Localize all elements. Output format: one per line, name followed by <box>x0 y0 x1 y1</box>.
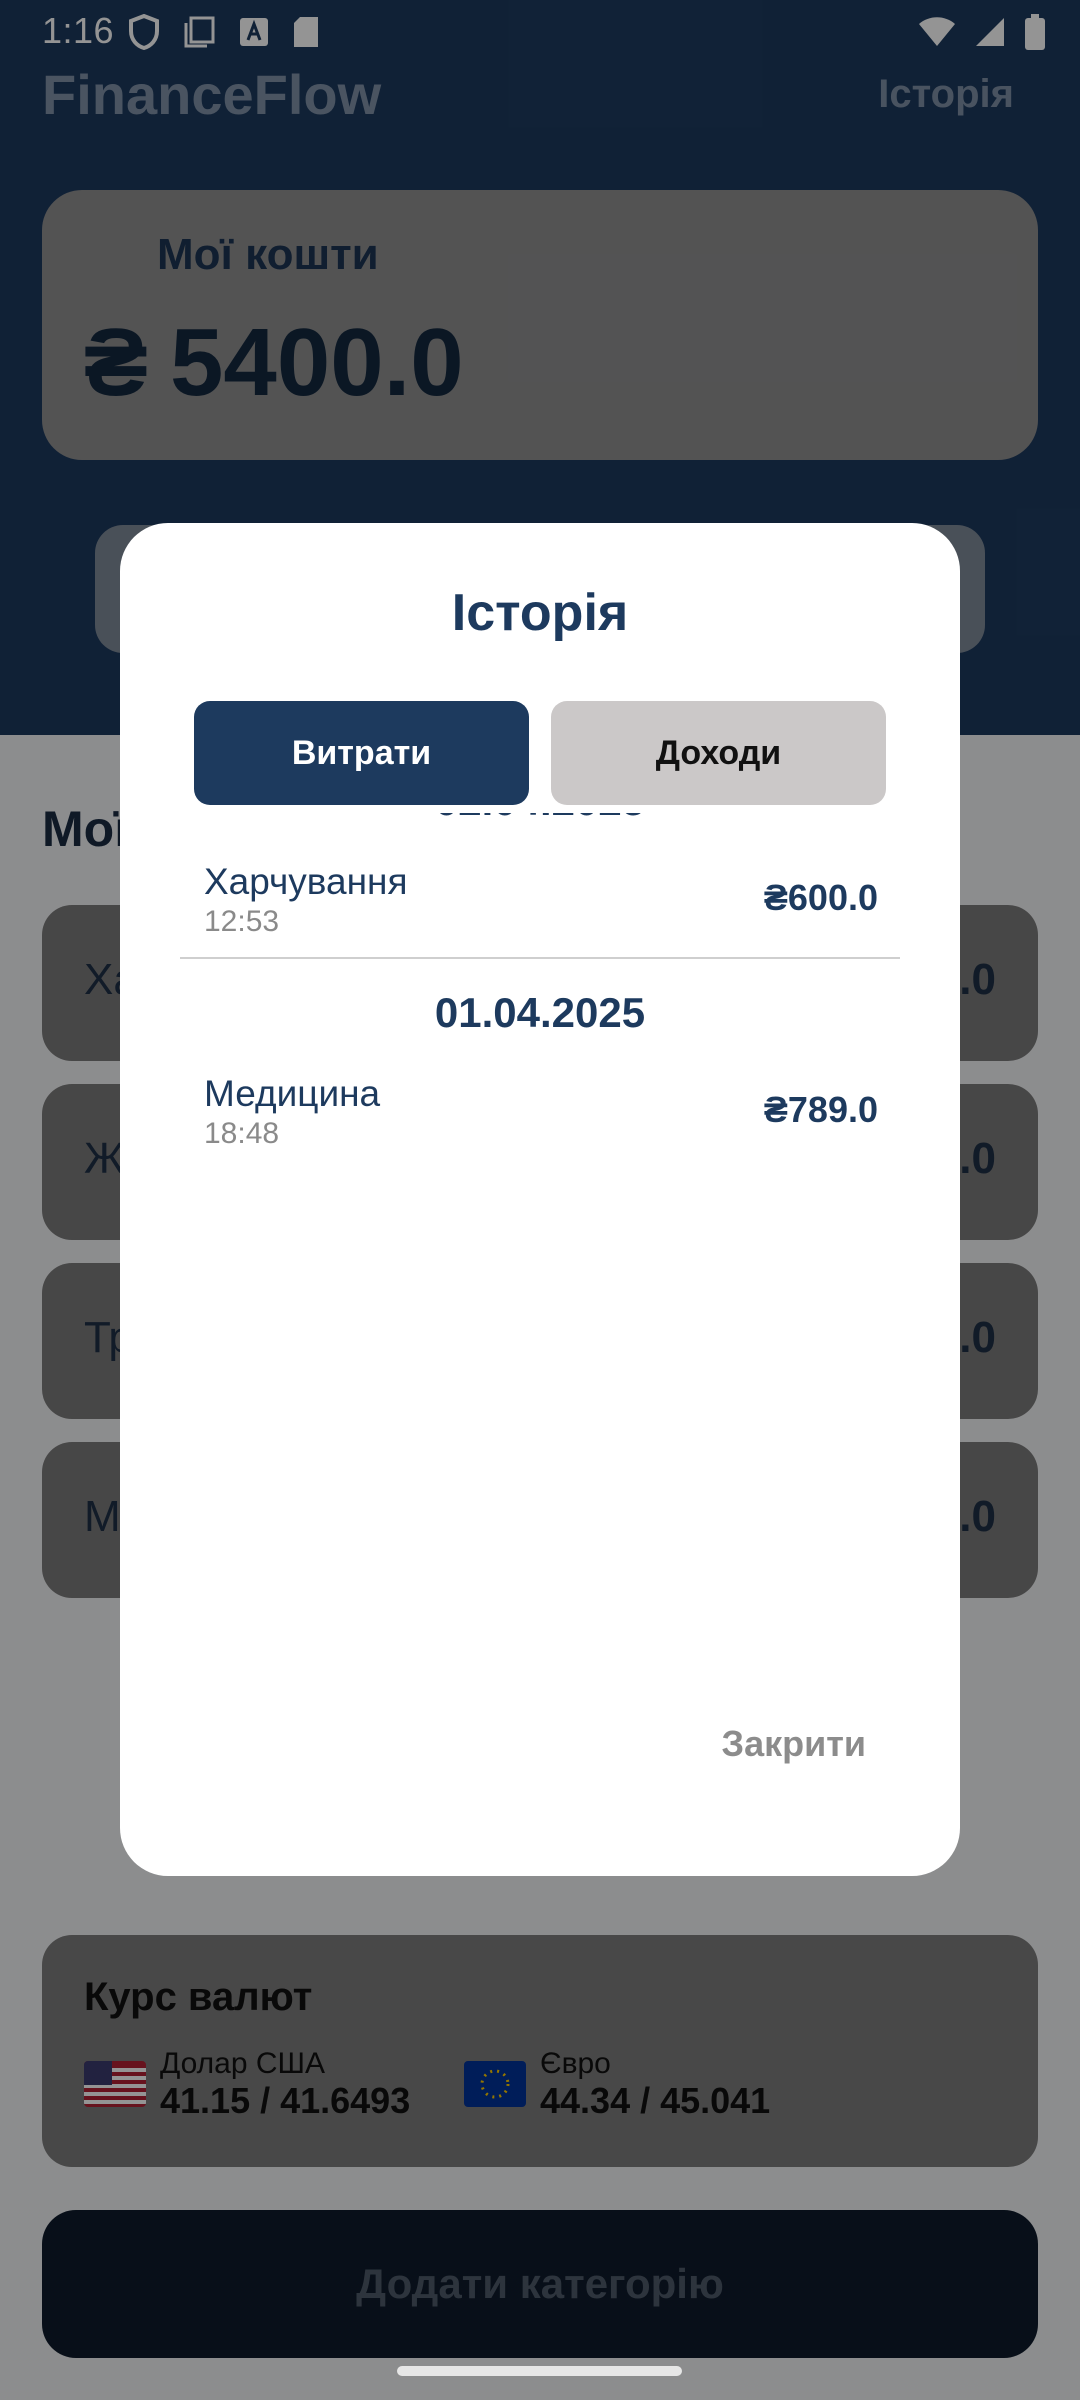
history-list-content: 02.04.2025 Харчування12:53 ₴600.0 01.04.202… <box>180 813 900 1148</box>
transaction-amount: ₴789.0 <box>763 1089 878 1130</box>
transaction-category: Харчування <box>204 861 408 902</box>
transaction-row[interactable]: Харчування 12:53 ₴600.0 <box>180 849 900 951</box>
transaction-time: 18:48 <box>204 1117 280 1148</box>
transaction-category: Медицина <box>204 1073 381 1114</box>
gesture-nav-handle[interactable] <box>397 2366 682 2376</box>
date-header: 02.04.2025 <box>180 813 900 849</box>
transaction-row[interactable]: Медицина 18:48 ₴789.0 <box>180 1061 900 1148</box>
dialog-title: Історія <box>451 584 629 642</box>
tab-income[interactable]: Доходи <box>551 701 886 805</box>
date-header: 01.04.2025 <box>434 989 646 1036</box>
group-divider <box>180 957 900 959</box>
history-dialog: Історія Витрати Доходи 02.04.2025Харчува… <box>120 523 960 1876</box>
transaction-amount: ₴600.0 <box>763 877 878 918</box>
history-list[interactable]: 02.04.2025 Харчування12:53 ₴600.0 01.04.202… <box>180 813 900 1148</box>
transaction-time: 12:53 <box>204 905 280 938</box>
close-button[interactable]: Закрити <box>722 1723 866 1765</box>
tab-expenses[interactable]: Витрати <box>194 701 529 805</box>
